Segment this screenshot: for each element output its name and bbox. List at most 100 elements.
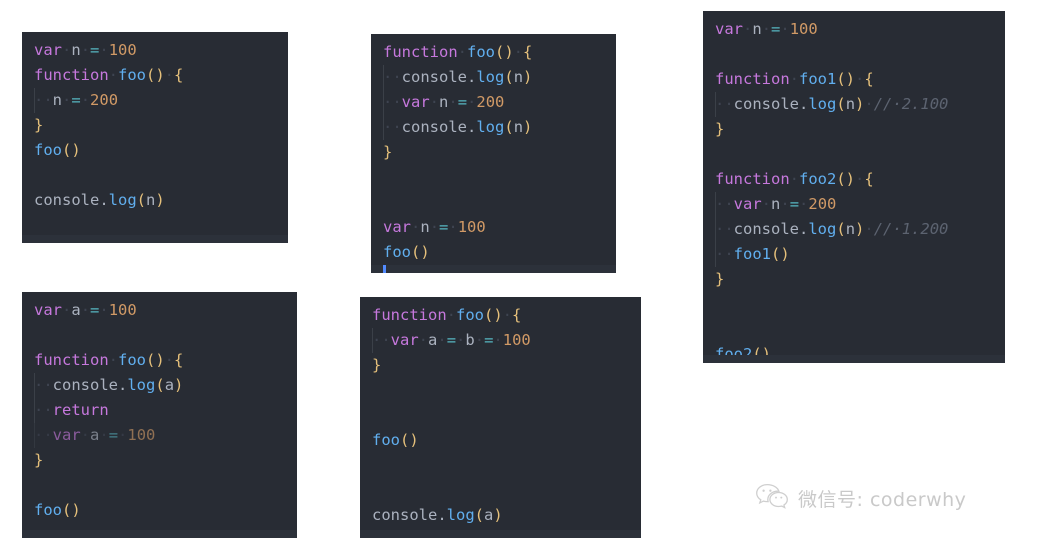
token-fn: log xyxy=(108,191,137,209)
token-kw: var xyxy=(390,331,419,349)
panel-chained-assignment: function·foo()·{··var·a·=·b·=·100} foo() c… xyxy=(360,297,641,538)
token-brace: } xyxy=(34,116,44,134)
token-ws-ind: ·· xyxy=(715,220,734,238)
token-ws-ind: ·· xyxy=(715,245,734,263)
code-line: var·n·=·100 xyxy=(703,17,1005,42)
token-ident: n xyxy=(146,191,156,209)
token-brace: } xyxy=(715,270,725,288)
token-paren: () xyxy=(836,170,855,188)
code-line: } xyxy=(371,140,616,165)
token-paren: () xyxy=(146,66,165,84)
token-num: 100 xyxy=(127,426,156,444)
token-paren: ) xyxy=(855,95,865,113)
token-kw: function xyxy=(383,43,458,61)
token-ident: console xyxy=(401,118,467,136)
text-cursor xyxy=(383,265,386,273)
token-num: 100 xyxy=(108,41,137,59)
token-paren: ( xyxy=(836,95,846,113)
token-ws: · xyxy=(429,93,440,111)
code-line: } xyxy=(703,267,1005,292)
token-fn: foo xyxy=(34,141,62,159)
watermark-label: 微信号: coderwhy xyxy=(798,489,967,511)
token-paren: ) xyxy=(155,191,165,209)
token-ws: · xyxy=(864,95,874,113)
token-ident: a xyxy=(90,426,100,444)
token-kw: function xyxy=(715,70,790,88)
token-ws: · xyxy=(456,331,466,349)
token-ws: · xyxy=(62,91,72,109)
token-ws: · xyxy=(411,218,421,236)
token-ident: n xyxy=(845,220,856,238)
token-ws-ind: ·· xyxy=(34,376,53,394)
token-num: 100 xyxy=(789,20,818,38)
token-paren: () xyxy=(400,431,419,449)
token-fn: log xyxy=(808,95,837,113)
token-paren: () xyxy=(484,306,503,324)
token-paren: ) xyxy=(493,506,503,524)
token-brace: } xyxy=(715,120,725,138)
token-num: 200 xyxy=(90,91,119,109)
token-ident: n xyxy=(513,118,524,136)
token-brace: { xyxy=(512,306,522,324)
token-ident: a xyxy=(71,301,81,319)
token-paren: () xyxy=(495,43,514,61)
code-line: ··foo1() xyxy=(703,242,1005,267)
token-num: 200 xyxy=(808,195,837,213)
code-line: function·foo()·{ xyxy=(371,40,616,65)
token-op: = xyxy=(789,195,800,213)
token-ws-ind: ·· xyxy=(383,118,402,136)
wechat-watermark: 微信号: coderwhy xyxy=(755,483,966,514)
token-kw: var xyxy=(733,195,762,213)
token-ws: · xyxy=(743,20,753,38)
panel-var-n-assign: var·n·=·100 function·foo()·{··n·=·200} foo… xyxy=(22,32,288,243)
code-line: console.log(a) xyxy=(360,503,641,528)
token-brace: } xyxy=(383,143,393,161)
code-line: foo() xyxy=(22,498,297,523)
token-ident: n xyxy=(771,195,781,213)
token-paren: ( xyxy=(155,376,165,394)
token-fn: foo xyxy=(118,66,146,84)
code-line: ··console.log(n)·//·1.200 xyxy=(703,217,1005,242)
token-dot: . xyxy=(437,506,447,524)
token-dot: . xyxy=(799,95,809,113)
code-line: function·foo1()·{ xyxy=(703,67,1005,92)
code-line: ··return xyxy=(22,398,297,423)
token-ident: n xyxy=(71,41,81,59)
token-ident: console xyxy=(733,220,799,238)
token-kw: var xyxy=(715,20,743,38)
token-ident: n xyxy=(439,93,449,111)
token-paren: () xyxy=(836,70,855,88)
code-line: foo() xyxy=(371,240,616,265)
token-op: = xyxy=(439,218,449,236)
token-op: = xyxy=(90,41,100,59)
token-kw: function xyxy=(372,306,447,324)
code-line: function·foo()·{ xyxy=(360,303,641,328)
token-ws: · xyxy=(80,41,91,59)
token-ws: · xyxy=(108,66,118,84)
token-paren: ( xyxy=(504,68,514,86)
token-brace: { xyxy=(864,170,874,188)
active-line-strip xyxy=(371,265,616,273)
token-kw: var xyxy=(34,41,62,59)
token-brace: } xyxy=(372,356,382,374)
token-ident: n xyxy=(52,91,63,109)
code-line: } xyxy=(22,113,288,138)
token-ident: console xyxy=(52,376,118,394)
token-paren: ) xyxy=(523,118,533,136)
token-ws: · xyxy=(429,218,440,236)
token-op: = xyxy=(771,20,781,38)
code-lines: var·a·=·100 function·foo()·{··console.log… xyxy=(22,298,297,523)
token-ident: n xyxy=(752,20,762,38)
panel-hoisting-foo: function·foo()·{··console.log(n) ··var·n·… xyxy=(371,34,616,273)
token-kw: var xyxy=(52,426,81,444)
code-line: foo() xyxy=(22,138,288,163)
token-ws-ind: ·· xyxy=(383,93,402,111)
token-ws: · xyxy=(164,351,175,369)
